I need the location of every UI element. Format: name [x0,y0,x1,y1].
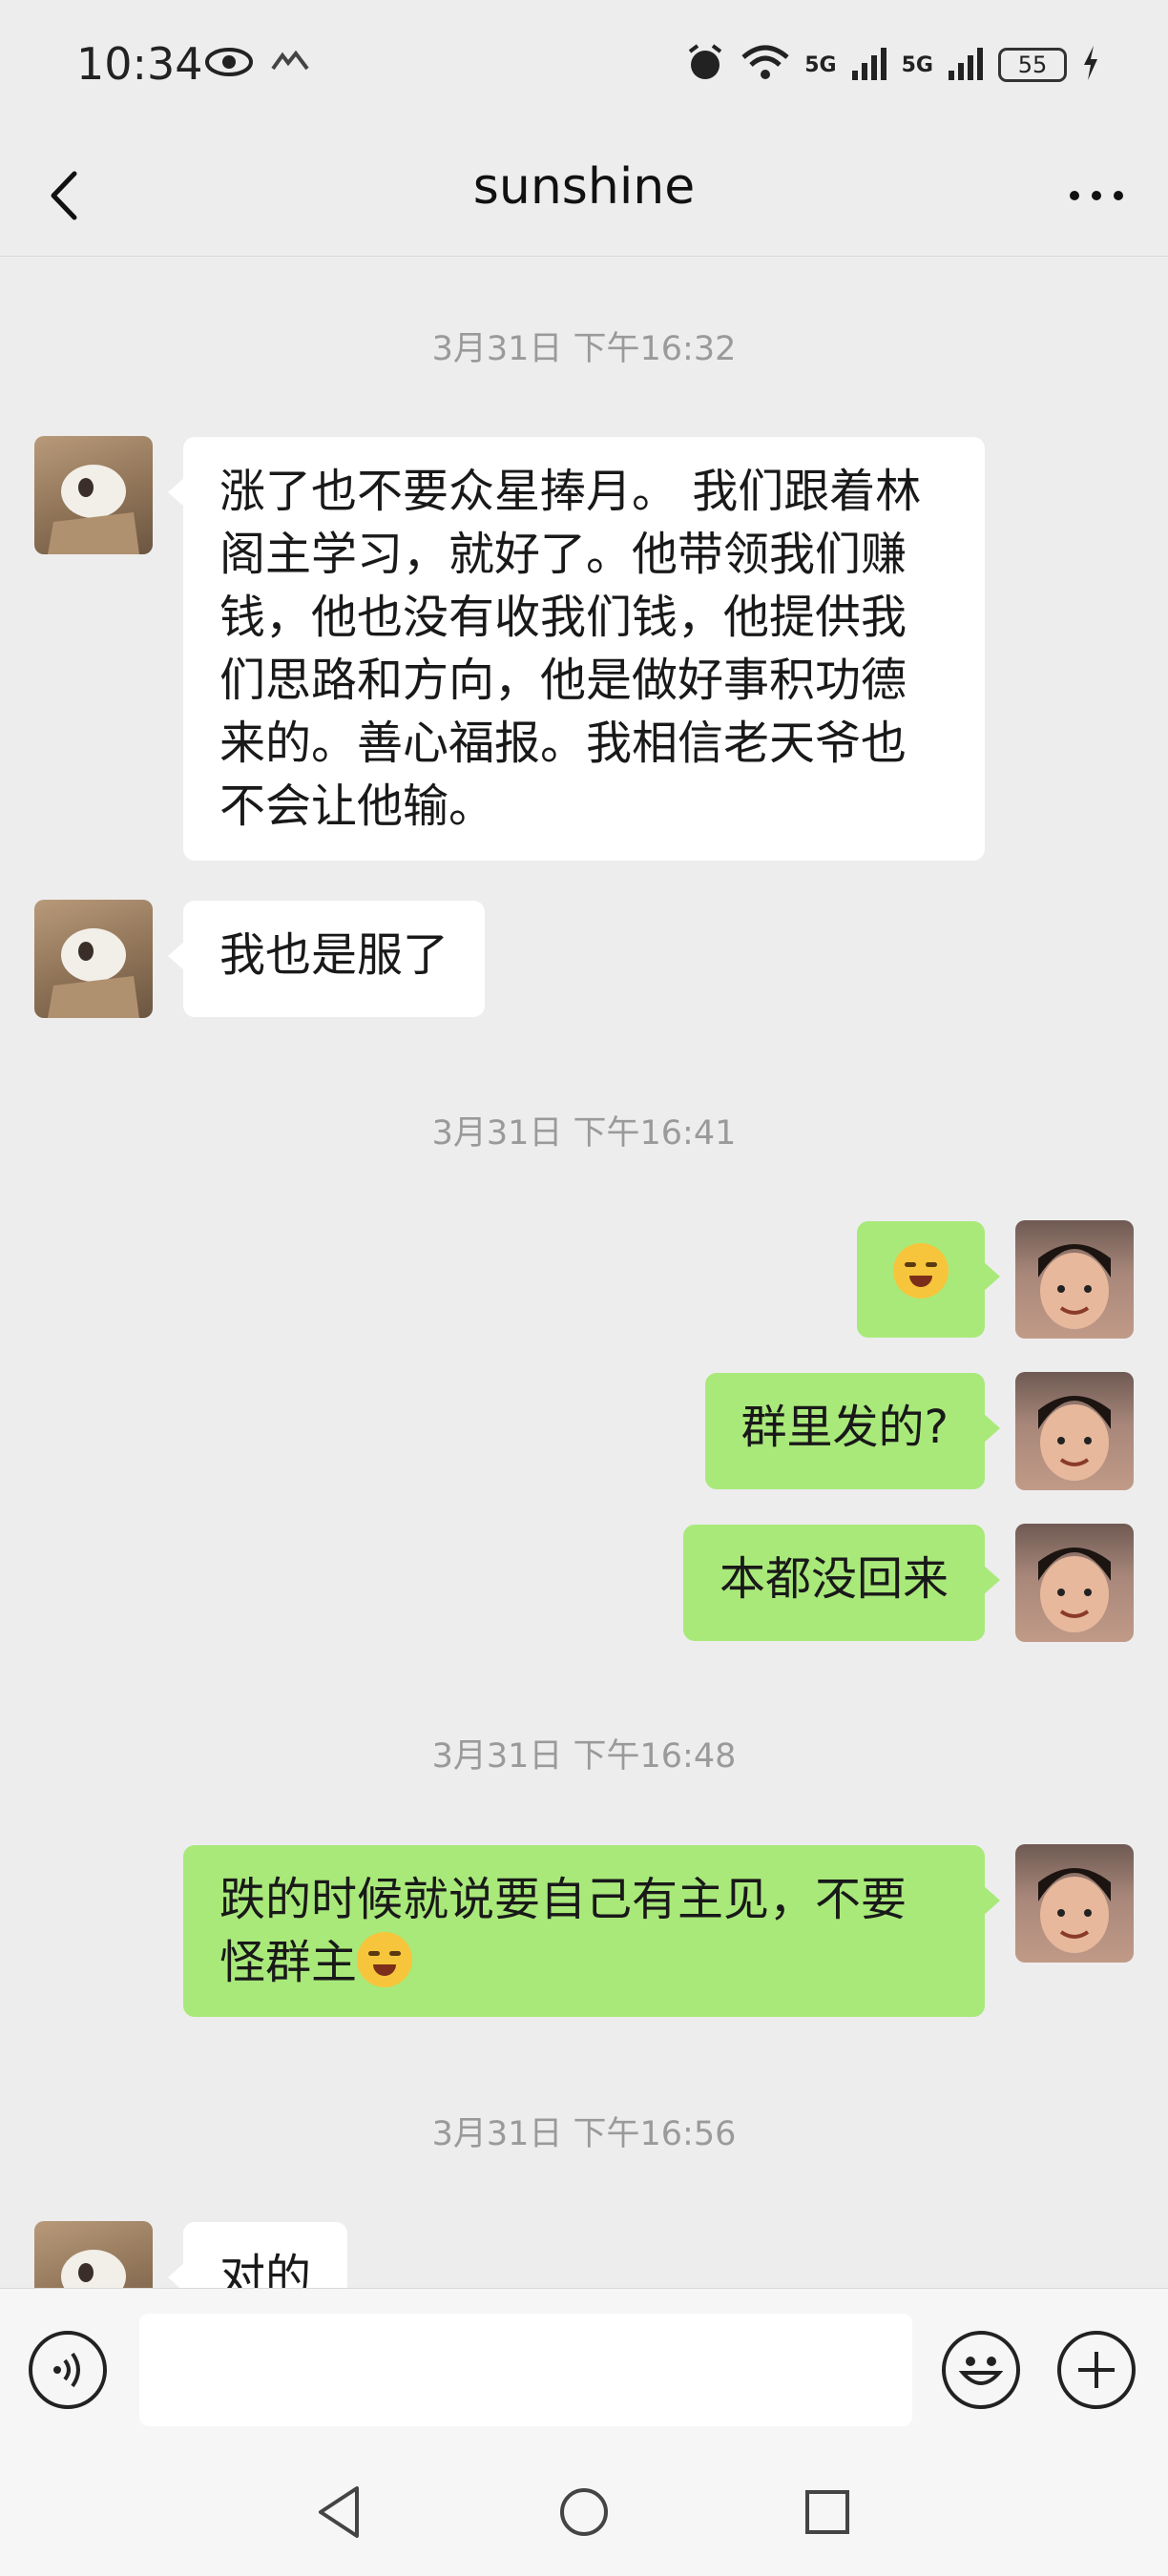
emoji-icon [958,2357,1004,2385]
emoji-button[interactable] [942,2331,1020,2409]
contact-avatar[interactable] [34,436,153,554]
laughing-crying-emoji-icon [893,1243,949,1298]
timestamp: 3月31日 下午16:56 [431,2115,737,2153]
alarm-icon [684,42,726,88]
my-avatar[interactable] [1015,1220,1134,1339]
status-bar: 10:34 5G 5G 55 [0,0,1168,134]
signal-icon [947,44,985,86]
message-bubble-incoming[interactable]: 涨了也不要众星捧月。 我们跟着林阁主学习，就好了。他带领我们赚钱，他也没有收我们… [168,437,985,861]
home-circle-icon[interactable] [551,2479,617,2545]
message-bubble-outgoing[interactable]: 跌的时候就说要自己有主见，不要怪群主 [183,1845,1000,2017]
voice-icon [53,2352,80,2388]
timestamp: 3月31日 下午16:48 [431,1737,737,1776]
chat-title: sunshine [472,158,696,216]
data-saver-icon [269,48,311,80]
message-list[interactable]: 3月31日 下午16:32 涨了也不要众星捧月。 我们跟着林阁主学习，就好了。他… [0,257,1168,2289]
eye-icon [204,46,254,82]
timestamp: 3月31日 下午16:32 [431,330,737,368]
charging-icon [1080,44,1101,86]
battery-icon: 55 [998,48,1067,82]
message-input[interactable] [139,2314,912,2426]
laughing-crying-emoji-icon [357,1932,413,1987]
signal-icon [850,44,888,86]
recents-square-icon[interactable] [794,2479,861,2545]
message-bubble-outgoing[interactable] [857,1221,1000,1338]
my-avatar[interactable] [1015,1372,1134,1490]
contact-avatar[interactable] [34,900,153,1018]
wifi-icon [740,42,791,88]
message-bubble-incoming[interactable]: 对的 [167,2222,348,2289]
my-avatar[interactable] [1015,1844,1134,1963]
message-bubble-outgoing[interactable]: 本都没回来 [682,1525,1001,1641]
timestamp: 3月31日 下午16:41 [431,1114,737,1153]
voice-button[interactable] [29,2331,107,2409]
status-icons-left [204,46,311,82]
more-actions-button[interactable] [1057,2331,1136,2409]
message-bubble-incoming[interactable]: 我也是服了 [167,901,486,1017]
signal-label-2: 5G [901,52,933,77]
input-bar [0,2288,1168,2451]
signal-label-1: 5G [804,52,837,77]
plus-icon [1078,2352,1115,2388]
back-triangle-icon[interactable] [307,2479,374,2545]
status-time: 10:34 [76,38,203,90]
system-navigation-bar [0,2450,1168,2576]
more-button[interactable] [1063,172,1130,219]
status-icons-right: 5G 5G 55 [684,42,1101,88]
chat-header: sunshine [0,134,1168,257]
my-avatar[interactable] [1015,1524,1134,1642]
contact-avatar[interactable] [34,2221,153,2289]
message-bubble-outgoing[interactable]: 群里发的? [704,1373,1001,1489]
message-text: 跌的时候就说要自己有主见，不要怪群主 [219,1873,907,1989]
